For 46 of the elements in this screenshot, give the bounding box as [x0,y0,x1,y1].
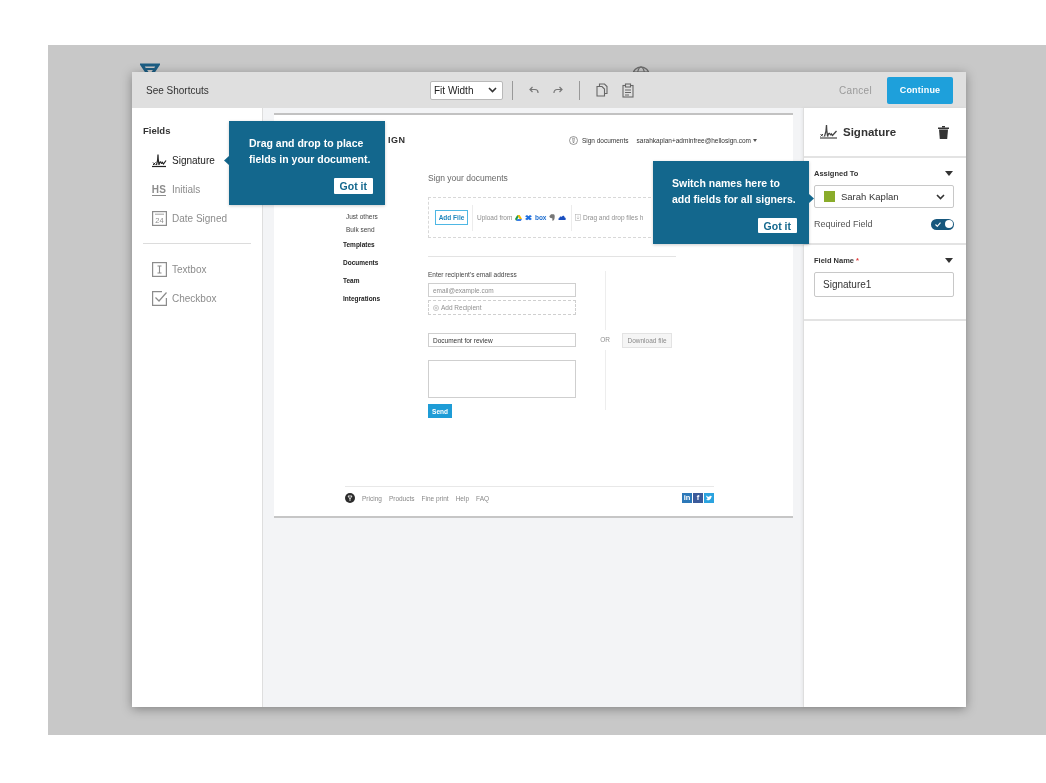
checkbox-icon [151,291,167,306]
globe-icon [632,66,650,72]
pen-icon [568,135,578,145]
tooltip-text: Drag and drop to place fields in your document. [249,136,372,167]
field-name-input[interactable]: Signature1 [814,272,954,297]
plus-icon [433,304,439,311]
bird-icon[interactable] [704,493,714,503]
got-it-button[interactable]: Got it [757,218,797,233]
got-it-button[interactable]: Got it [333,178,373,194]
logo-text: IGN [388,135,406,145]
footer-logo-icon [345,493,355,503]
cloud-icon[interactable] [558,215,567,220]
chevron-down-icon [936,193,945,200]
blob-logo-icon[interactable] [549,214,556,221]
field-type-item[interactable]: Checkbox [143,284,219,313]
required-toggle[interactable] [931,218,954,230]
download-icon [574,214,581,221]
message-field[interactable] [428,360,576,398]
redo-icon[interactable] [553,86,563,94]
required-label: Required Field [814,219,873,229]
trash-icon[interactable] [938,125,949,139]
diamond-logo-icon[interactable] [524,214,532,221]
toggle-knob[interactable] [944,220,953,228]
page-heading: Sign your documents [428,172,508,184]
copy-icon[interactable] [596,83,608,97]
shortcuts-link[interactable]: See Shortcuts [146,84,209,96]
logo-mark-icon [140,63,160,72]
tooltip-text: Switch names here to add fields for all signers. [672,176,797,207]
zoom-select[interactable]: Fit Width [430,80,503,100]
chevron-down-icon [488,87,497,93]
field-type-item[interactable]: HS Initials [143,175,203,204]
textbox-icon [151,262,167,277]
panel-title: Signature [843,126,897,138]
signature-icon [151,153,167,168]
signature-icon [819,124,838,140]
undo-icon[interactable] [529,86,539,94]
signer-select[interactable]: Sarah Kaplan [814,185,954,208]
caret-icon [753,138,757,142]
field-type-item[interactable]: Signature [143,146,217,175]
field-type-item[interactable]: Textbox [143,255,209,284]
caret-icon[interactable] [945,257,953,263]
check-icon [935,221,941,227]
caret-icon[interactable] [945,170,953,176]
fields-heading: Fields [143,124,171,138]
triangle-logo-icon[interactable] [514,214,522,221]
clipboard-icon[interactable] [622,82,634,98]
